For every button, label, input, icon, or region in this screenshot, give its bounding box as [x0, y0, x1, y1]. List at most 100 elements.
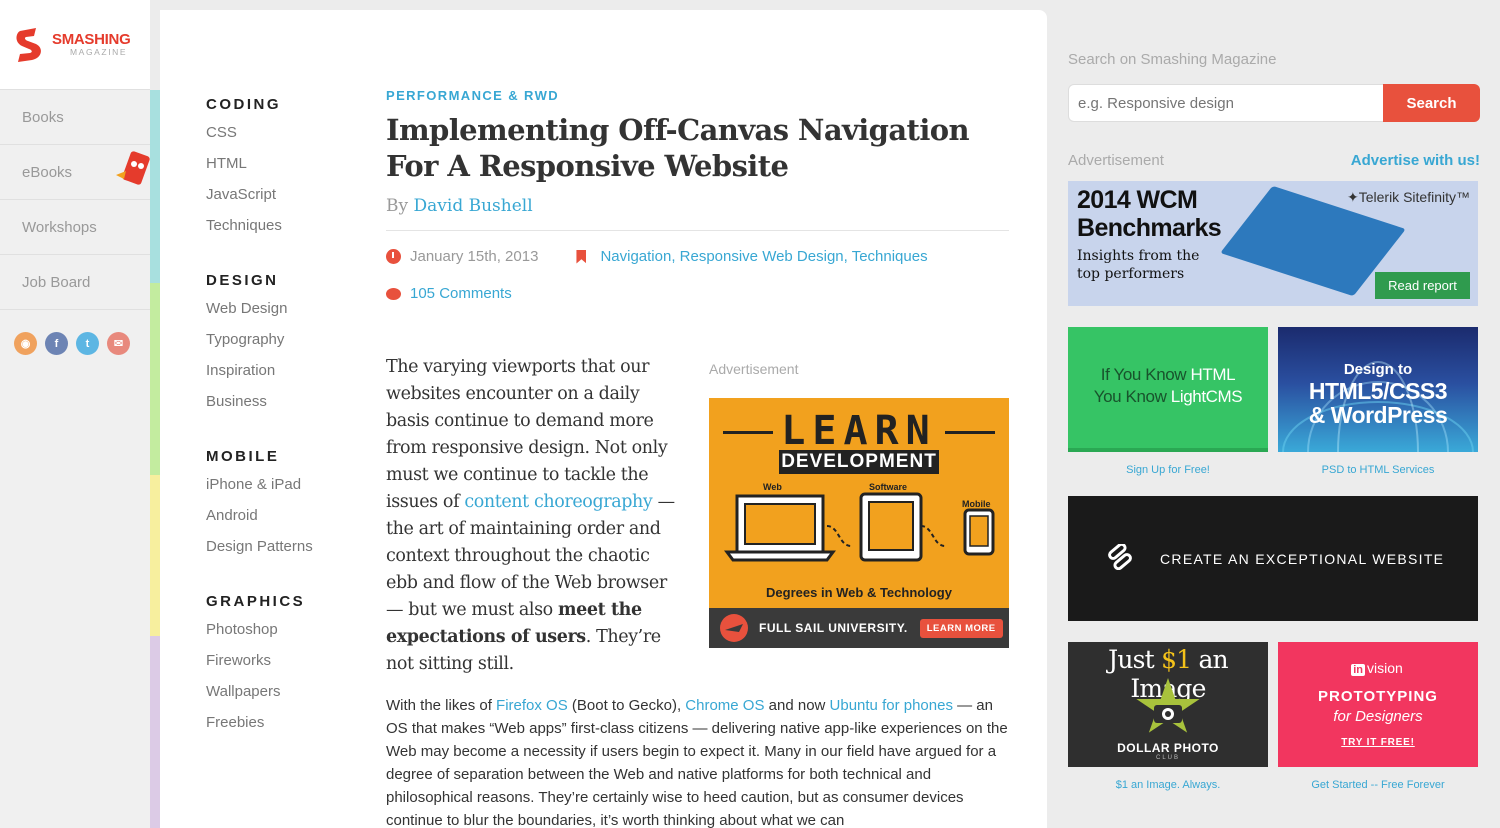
dollar-photo-club: CLUB: [1155, 755, 1180, 761]
category-heading: MOBILE: [206, 448, 280, 465]
category-link-html[interactable]: HTML: [206, 155, 366, 186]
telerik-logo: ✦Telerik Sitefinity™: [1347, 189, 1470, 205]
telerik-subtext: Insights from the top performers: [1077, 247, 1199, 283]
html5-caption-link[interactable]: PSD to HTML Services: [1278, 464, 1478, 476]
byline-prefix: By: [386, 196, 409, 216]
invision-logo: in vision: [1278, 660, 1478, 676]
category-link-photoshop[interactable]: Photoshop: [206, 621, 366, 652]
try-it-free-button[interactable]: TRY IT FREE!: [1278, 737, 1478, 748]
sidebar-item-label: Workshops: [22, 218, 97, 236]
read-report-button[interactable]: Read report: [1375, 272, 1470, 299]
logo-word-smashing: SMASHING: [52, 31, 131, 49]
stripe-mobile: [150, 475, 160, 636]
telerik-subtext-line: Insights from the: [1077, 248, 1200, 264]
comments-row: 105 Comments: [386, 285, 1009, 302]
lightcms-text-highlight: HTML: [1190, 365, 1236, 384]
smashing-logo[interactable]: SMASHING MAGAZINE: [0, 0, 150, 90]
scrollbar[interactable]: [1480, 0, 1500, 828]
byline: By David Bushell: [386, 196, 1009, 216]
category-link-javascript[interactable]: JavaScript: [206, 186, 366, 217]
main-content: CODING CSS HTML JavaScript Techniques DE…: [160, 10, 1047, 828]
dollar-headline-part: Just: [1108, 645, 1162, 674]
category-link-inspiration[interactable]: Inspiration: [206, 362, 366, 393]
category-link-design-patterns[interactable]: Design Patterns: [206, 538, 366, 569]
ad-software-label: Software: [869, 482, 908, 492]
lightcms-ad[interactable]: If You Know HTML You Know LightCMS: [1068, 327, 1268, 452]
divider: [386, 230, 1009, 231]
chrome-os-link[interactable]: Chrome OS: [685, 697, 764, 714]
search-label: Search on Smashing Magazine: [1068, 51, 1277, 68]
html5-ad-headline-line: HTML5/CSS3: [1308, 378, 1448, 404]
email-icon[interactable]: ✉: [107, 332, 130, 355]
ubuntu-phones-link[interactable]: Ubuntu for phones: [830, 697, 953, 714]
article-tags[interactable]: Navigation, Responsive Web Design, Techn…: [600, 248, 927, 265]
comments-link[interactable]: 105 Comments: [410, 285, 512, 302]
category-link-iphone-ipad[interactable]: iPhone & iPad: [206, 476, 366, 507]
social-links: ◉ f t ✉: [0, 310, 150, 355]
html5-ad-line1: Design to: [1343, 361, 1413, 378]
category-nav: CODING CSS HTML JavaScript Techniques DE…: [206, 96, 366, 769]
invision-caption-link[interactable]: Get Started -- Free Forever: [1278, 779, 1478, 791]
rss-icon[interactable]: ◉: [14, 332, 37, 355]
lightcms-caption-link[interactable]: Sign Up for Free!: [1068, 464, 1268, 476]
telerik-headline: 2014 WCM Benchmarks: [1077, 186, 1222, 242]
category-link-typography[interactable]: Typography: [206, 331, 366, 362]
left-sidebar: SMASHING MAGAZINE Books eBooks Workshops…: [0, 0, 150, 828]
sidebar-item-label: eBooks: [22, 163, 73, 181]
logo-word-magazine: MAGAZINE: [70, 47, 128, 58]
html5-wordpress-ad[interactable]: Design to HTML5/CSS3 & WordPress: [1278, 327, 1478, 452]
category-heading: DESIGN: [206, 272, 279, 289]
category-link-business[interactable]: Business: [206, 393, 366, 424]
ad-web-label: Web: [763, 482, 782, 492]
learn-more-button[interactable]: LEARN MORE: [919, 618, 1003, 638]
category-group-mobile: MOBILE iPhone & iPad Android Design Patt…: [206, 448, 366, 569]
article-intro: The varying viewports that our websites …: [386, 354, 678, 678]
search-input[interactable]: [1068, 84, 1384, 122]
telerik-headline-line: 2014 WCM: [1077, 186, 1198, 214]
category-link-css[interactable]: CSS: [206, 124, 366, 155]
twitter-icon[interactable]: t: [76, 332, 99, 355]
sidebar-item-workshops[interactable]: Workshops: [0, 200, 150, 255]
invision-logo-mark: in: [1351, 664, 1365, 676]
sidebar-item-label: Books: [22, 108, 64, 126]
sidebar-item-ebooks[interactable]: eBooks: [0, 145, 150, 200]
advertisement-label: Advertisement: [709, 361, 799, 377]
sidebar-item-label: Job Board: [22, 273, 91, 291]
paragraph-text: — an OS that makes “Web apps” first-clas…: [386, 697, 1008, 828]
full-sail-ad[interactable]: LEARN DEVELOPMENT Web Software Mobile De…: [709, 398, 1009, 648]
intro-text: The varying viewports that our websites …: [386, 357, 668, 512]
full-sail-logo-icon: [720, 614, 748, 642]
squarespace-ad[interactable]: CREATE AN EXCEPTIONAL WEBSITE: [1068, 496, 1478, 621]
dollar-photo-club-ad[interactable]: Just $1 an Image DOLLAR PHOTO CLUB: [1068, 642, 1268, 767]
article-category-link[interactable]: Performance & RWD: [386, 88, 1009, 103]
sidebar-item-job-board[interactable]: Job Board: [0, 255, 150, 310]
stripe-graphics: [150, 636, 160, 828]
category-link-wallpapers[interactable]: Wallpapers: [206, 683, 366, 714]
dollar-caption-link[interactable]: $1 an Image. Always.: [1068, 779, 1268, 791]
sidebar-item-books[interactable]: Books: [0, 90, 150, 145]
invision-ad[interactable]: in vision PROTOTYPING for Designers TRY I…: [1278, 642, 1478, 767]
category-link-android[interactable]: Android: [206, 507, 366, 538]
telerik-ad[interactable]: 2014 WCM Benchmarks Insights from the to…: [1068, 181, 1478, 306]
stripe-design: [150, 283, 160, 475]
category-link-freebies[interactable]: Freebies: [206, 714, 366, 745]
article-title: Implementing Off-Canvas Navigation For A…: [386, 113, 970, 183]
camera-icon: [1154, 705, 1182, 723]
ad-development-text: DEVELOPMENT: [779, 450, 939, 474]
squarespace-text: CREATE AN EXCEPTIONAL WEBSITE: [1160, 551, 1445, 567]
ebook-mascot-icon: [116, 151, 150, 185]
advertise-with-us-link[interactable]: Advertise with us!: [1351, 152, 1480, 169]
facebook-icon[interactable]: f: [45, 332, 68, 355]
category-link-techniques[interactable]: Techniques: [206, 217, 366, 248]
search-button[interactable]: Search: [1383, 84, 1480, 122]
category-link-web-design[interactable]: Web Design: [206, 300, 366, 331]
author-link[interactable]: David Bushell: [414, 196, 533, 216]
category-heading: GRAPHICS: [206, 593, 306, 610]
squarespace-logo-icon: [1108, 544, 1132, 570]
lightcms-text-part: If You Know: [1100, 365, 1191, 384]
content-choreography-link[interactable]: content choreography: [464, 492, 652, 512]
dollar-headline-price: $1: [1161, 645, 1192, 674]
html5-ad-headline: HTML5/CSS3 & WordPress: [1278, 379, 1478, 427]
category-link-fireworks[interactable]: Fireworks: [206, 652, 366, 683]
firefox-os-link[interactable]: Firefox OS: [496, 697, 568, 714]
